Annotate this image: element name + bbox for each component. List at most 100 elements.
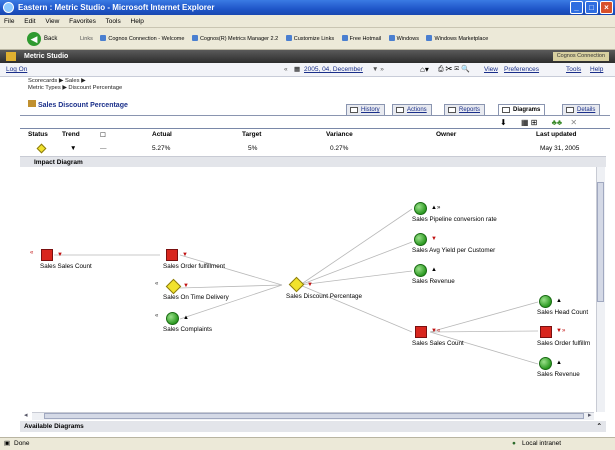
- page-icon: [191, 35, 198, 41]
- tools-menu[interactable]: Tools: [566, 63, 581, 77]
- node-complaints[interactable]: Sales Complaints: [163, 326, 212, 333]
- help-menu[interactable]: Help: [590, 63, 603, 77]
- node-head-count[interactable]: Sales Head Count: [537, 309, 588, 316]
- status-red-icon[interactable]: [415, 326, 427, 338]
- status-red-icon[interactable]: [41, 249, 53, 261]
- breadcrumb-line2[interactable]: Metric Types ▶ Discount Percentage: [28, 85, 122, 92]
- connector: [179, 284, 283, 289]
- back-button[interactable]: ◀: [27, 32, 41, 46]
- header-divider: [20, 128, 610, 129]
- back-label[interactable]: Back: [44, 36, 57, 42]
- connector: [179, 254, 283, 286]
- close-button[interactable]: ×: [600, 1, 613, 14]
- horizontal-scroll-thumb[interactable]: [44, 413, 584, 419]
- grid-icon[interactable]: ⊞: [531, 118, 538, 127]
- menu-tools[interactable]: Tools: [106, 18, 121, 25]
- tab-actions[interactable]: Actions: [392, 104, 432, 115]
- status-green-icon[interactable]: [539, 295, 552, 308]
- logon-link[interactable]: Log On: [6, 63, 27, 77]
- expand-left-icon[interactable]: «: [155, 281, 158, 287]
- comment-icon: ☐: [100, 132, 106, 139]
- link-customize[interactable]: Customize Links: [285, 35, 334, 42]
- trend-up-icon: ▲: [556, 360, 562, 366]
- expand-left-icon[interactable]: «: [30, 250, 33, 256]
- status-green-icon[interactable]: [166, 312, 179, 325]
- page-icon: [426, 35, 433, 41]
- maximize-button[interactable]: □: [585, 1, 598, 14]
- node-order-fulfillment[interactable]: Sales Order fulfillment: [163, 263, 225, 270]
- node-avg-yield[interactable]: Sales Avg Yield per Customer: [412, 247, 495, 254]
- export-icon[interactable]: ⬇: [500, 118, 507, 127]
- trend-down-icon: ▼: [182, 252, 188, 258]
- zone-text: Local intranet: [522, 440, 562, 447]
- tab-history[interactable]: History: [346, 104, 385, 115]
- home-icon[interactable]: ⌂▾: [420, 63, 429, 77]
- node-on-time-delivery[interactable]: Sales On Time Delivery: [163, 294, 229, 301]
- node-sales-count-2[interactable]: Sales Sales Count: [412, 340, 464, 347]
- minimize-button[interactable]: _: [570, 1, 583, 14]
- node-pipeline-conversion[interactable]: Sales Pipeline conversion rate: [412, 216, 497, 223]
- layout-icon[interactable]: ▦: [521, 118, 529, 127]
- status-green-icon[interactable]: [414, 233, 427, 246]
- people-icon[interactable]: ♣♣: [552, 118, 563, 127]
- node-discount-percentage[interactable]: Sales Discount Percentage: [286, 293, 362, 300]
- scroll-left-icon[interactable]: ◂: [24, 411, 28, 419]
- last-updated-value: May 31, 2005: [540, 145, 580, 152]
- menu-view[interactable]: View: [45, 18, 59, 25]
- trend-up-icon: ▲: [183, 315, 189, 321]
- available-diagrams-header[interactable]: Available Diagrams ⌃: [20, 421, 606, 432]
- trend-up-icon: ▲: [431, 267, 437, 273]
- scroll-right-icon[interactable]: ▸: [588, 411, 592, 419]
- link-windows[interactable]: Windows: [388, 35, 419, 42]
- tab-diagrams[interactable]: Diagrams: [498, 104, 546, 115]
- period-dropdown-icon[interactable]: ▼ »: [372, 63, 384, 77]
- reports-icon: [448, 107, 456, 113]
- period-selector[interactable]: 2005, 04, December: [304, 63, 363, 77]
- node-order-fulfillment-2[interactable]: Sales Order fulfillm: [537, 340, 590, 347]
- link-metrics-manager[interactable]: Cognos(R) Metrics Manager 2.2: [191, 35, 278, 42]
- tab-reports[interactable]: Reports: [444, 104, 486, 115]
- col-target: Target: [242, 131, 262, 138]
- status-red-icon[interactable]: [540, 326, 552, 338]
- menu-file[interactable]: File: [4, 18, 14, 25]
- page-icon: [100, 35, 107, 41]
- expand-left-icon[interactable]: «: [155, 313, 158, 319]
- trend-down-icon: ▼: [183, 283, 189, 289]
- link-cognos-welcome[interactable]: Cognos Connection - Welcome: [100, 35, 184, 42]
- page-done-icon: ▣: [4, 440, 11, 447]
- connector: [429, 331, 539, 365]
- node-revenue-2[interactable]: Sales Revenue: [537, 371, 580, 378]
- cognos-connection-link[interactable]: Cognos Connection: [552, 52, 609, 61]
- view-menu[interactable]: View: [484, 63, 498, 77]
- col-last-updated: Last updated: [536, 131, 577, 138]
- toolbar-icons[interactable]: ⎙ ✂ ✉ 🔍: [438, 63, 470, 77]
- connector: [179, 284, 283, 320]
- breadcrumb-line1[interactable]: Scorecards ▶ Sales ▶: [28, 78, 122, 85]
- status-green-icon[interactable]: [414, 264, 427, 277]
- status-red-icon[interactable]: [166, 249, 178, 261]
- tab-details[interactable]: Details: [562, 104, 601, 115]
- prev-period-icon[interactable]: «: [284, 63, 288, 77]
- trend-up-icon: ▲»: [431, 205, 441, 211]
- trend-down-icon: ▼: [57, 252, 63, 258]
- collapse-icon[interactable]: ⌃: [597, 421, 602, 432]
- status-text: Done: [14, 440, 30, 447]
- status-green-icon[interactable]: [414, 202, 427, 215]
- metric-studio-logo: [6, 52, 16, 61]
- col-owner: Owner: [436, 131, 457, 138]
- menu-help[interactable]: Help: [131, 18, 144, 25]
- vertical-scroll-thumb[interactable]: [597, 182, 604, 302]
- menu-favorites[interactable]: Favorites: [69, 18, 96, 25]
- node-sales-count[interactable]: Sales Sales Count: [40, 263, 92, 270]
- preferences-menu[interactable]: Preferences: [504, 63, 539, 77]
- metric-icon: [28, 100, 36, 107]
- diagram-toolbar: ⬇ ▦ ⊞ ♣♣ ✕: [500, 118, 577, 127]
- window-title-bar: Eastern : Metric Studio - Microsoft Inte…: [0, 0, 615, 15]
- close-panel-icon[interactable]: ✕: [570, 118, 577, 127]
- app-header: Metric Studio Cognos Connection: [0, 50, 615, 63]
- menu-edit[interactable]: Edit: [24, 18, 35, 25]
- link-marketplace[interactable]: Windows Marketplace: [426, 35, 488, 42]
- link-hotmail[interactable]: Free Hotmail: [341, 35, 381, 42]
- node-revenue[interactable]: Sales Revenue: [412, 278, 455, 285]
- status-green-icon[interactable]: [539, 357, 552, 370]
